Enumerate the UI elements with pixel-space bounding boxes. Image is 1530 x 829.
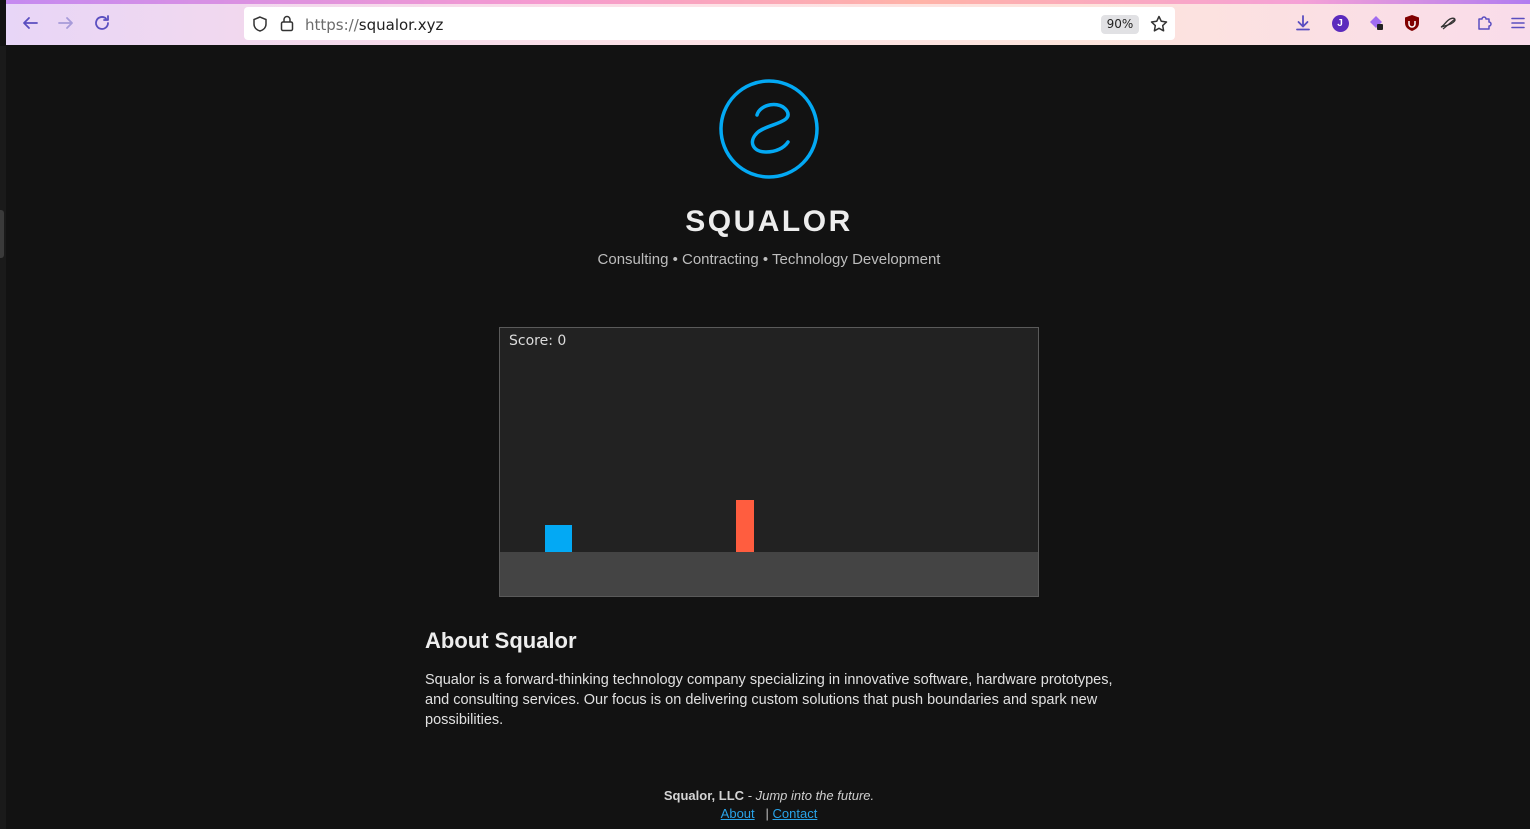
back-icon	[23, 17, 38, 29]
extension-button-1[interactable]	[1364, 11, 1388, 35]
menu-button[interactable]	[1506, 11, 1530, 35]
forward-icon	[58, 17, 73, 29]
shield-icon[interactable]	[252, 16, 268, 32]
extension-icon	[1370, 16, 1383, 30]
star-icon[interactable]	[1150, 15, 1168, 33]
downloads-button[interactable]	[1291, 11, 1315, 35]
extensions-icon	[1478, 16, 1492, 30]
game-obstacle	[736, 500, 754, 552]
site-title: SQUALOR	[685, 205, 853, 238]
url-bar[interactable]: https://squalor.xyz 90%	[244, 7, 1175, 40]
back-button[interactable]	[18, 11, 42, 35]
lock-icon[interactable]	[279, 15, 295, 32]
url-host: squalor.xyz	[358, 16, 444, 34]
reload-button[interactable]	[90, 11, 114, 35]
ublock-button[interactable]	[1400, 11, 1424, 35]
extensions-button[interactable]	[1472, 11, 1496, 35]
game-canvas[interactable]: Score: 0	[499, 327, 1039, 597]
footer-separator: |	[765, 806, 769, 821]
about-body: Squalor is a forward-thinking technology…	[425, 672, 1113, 728]
download-icon	[1296, 15, 1310, 31]
footer-line: Squalor, LLC - Jump into the future.	[0, 788, 1530, 803]
extension-icon-2	[1440, 17, 1456, 30]
game-ground	[500, 552, 1038, 596]
squalor-logo-icon	[719, 79, 819, 179]
menu-icon	[1511, 17, 1525, 29]
account-initial: J	[1337, 17, 1343, 29]
account-icon: J	[1331, 14, 1349, 32]
extension-button-2[interactable]	[1436, 11, 1460, 35]
about-heading: About Squalor	[425, 628, 577, 653]
account-button[interactable]: J	[1328, 11, 1352, 35]
ublock-icon	[1405, 15, 1419, 31]
footer-links: About | Contact	[0, 806, 1530, 821]
url-text[interactable]: https://squalor.xyz	[305, 16, 443, 34]
reload-icon	[95, 15, 109, 30]
zoom-indicator[interactable]: 90%	[1101, 15, 1139, 34]
sidebar-edge	[0, 46, 6, 829]
site-tagline: Consulting • Contracting • Technology De…	[597, 251, 941, 268]
game-player	[545, 525, 572, 552]
browser-toolbar: https://squalor.xyz 90% J	[6, 0, 1530, 45]
footer-contact-link[interactable]: Contact	[773, 806, 818, 821]
footer-company: Squalor, LLC	[663, 788, 745, 803]
footer-slogan: - Jump into the future.	[744, 788, 875, 803]
forward-button[interactable]	[54, 11, 78, 35]
game-score: Score: 0	[509, 333, 567, 349]
url-scheme: https://	[305, 16, 359, 34]
footer-about-link[interactable]: About	[721, 806, 755, 821]
